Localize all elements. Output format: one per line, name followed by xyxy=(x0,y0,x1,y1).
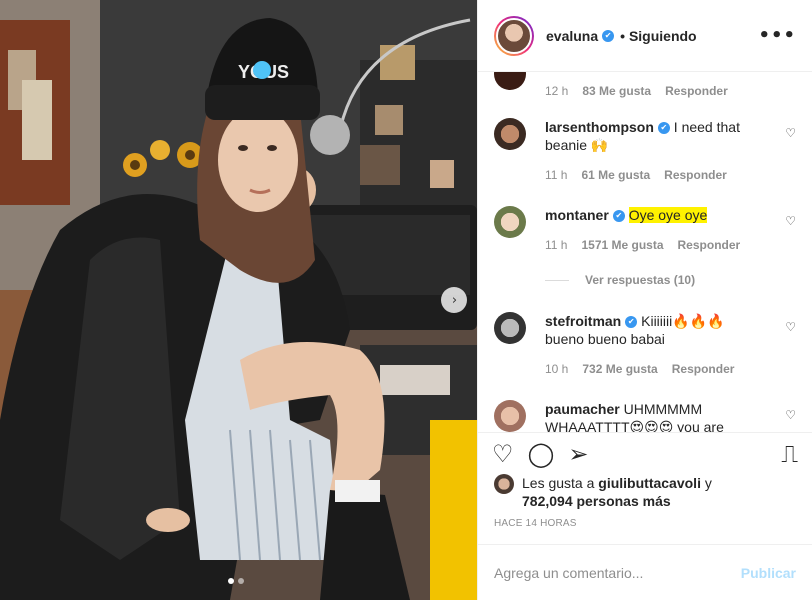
carousel-dot xyxy=(238,578,244,584)
comment-icon[interactable]: ◯ xyxy=(528,442,555,466)
comment-meta: 11 h 1571 Me gusta Responder xyxy=(545,236,762,254)
comment-body: larsenthompson ✔ I need that beanie 🙌 11 … xyxy=(545,118,762,184)
instagram-post: YOUS › evaluna ✔ • Siguiendo ••• xyxy=(0,0,812,600)
comment-item: paumacher UHMMMMM WHAAATTTT😍😍😍 you are ♡ xyxy=(494,400,796,432)
author-avatar[interactable] xyxy=(494,15,534,56)
comment-body: montaner ✔ Oye oye oye 11 h 1571 Me gusta… xyxy=(545,206,762,254)
comments-list[interactable]: 12 h 83 Me gusta Responder larsenthompso… xyxy=(478,72,812,432)
commenter-avatar[interactable] xyxy=(494,118,526,150)
verified-icon: ✔ xyxy=(625,316,638,329)
avatar-image xyxy=(496,17,532,54)
liker-username[interactable]: giulibuttacavoli xyxy=(598,475,701,491)
add-comment-bar: Publicar xyxy=(478,544,812,600)
carousel-indicator xyxy=(228,578,244,584)
likes-text: Les gusta a giulibuttacavoli y 782,094 p… xyxy=(522,474,712,510)
like-comment-icon[interactable]: ♡ xyxy=(785,408,796,422)
more-options-icon[interactable]: ••• xyxy=(758,25,796,46)
post-photo[interactable]: YOUS › xyxy=(0,0,477,600)
comment-time: 10 h xyxy=(545,362,569,376)
reply-button[interactable]: Responder xyxy=(672,360,735,378)
share-icon[interactable]: ➢ xyxy=(568,442,588,466)
comment-body: stefroitman ✔ Kiiiiiii🔥🔥🔥 bueno bueno bab… xyxy=(545,312,762,378)
heart-icon[interactable]: ♡ xyxy=(492,442,514,466)
bookmark-icon[interactable]: ⎍ xyxy=(781,442,798,466)
commenter-avatar[interactable] xyxy=(494,400,526,432)
comment-item: 12 h 83 Me gusta Responder xyxy=(494,72,796,98)
commenter-avatar[interactable] xyxy=(494,72,526,90)
author-username[interactable]: evaluna xyxy=(546,28,598,44)
verified-icon: ✔ xyxy=(602,29,615,42)
comment-item: stefroitman ✔ Kiiiiiii🔥🔥🔥 bueno bueno bab… xyxy=(494,312,796,382)
like-comment-icon[interactable]: ♡ xyxy=(785,126,796,140)
reply-button[interactable]: Responder xyxy=(664,166,727,184)
liker-avatar[interactable] xyxy=(494,474,514,494)
likes-joiner: y xyxy=(704,475,712,491)
view-replies-button[interactable]: Ver respuestas (10) xyxy=(545,273,695,287)
comment-likes[interactable]: 61 Me gusta xyxy=(581,166,650,184)
likes-prefix: Les gusta a xyxy=(522,475,595,491)
commenter-avatar[interactable] xyxy=(494,312,526,344)
like-comment-icon[interactable]: ♡ xyxy=(785,214,796,228)
reply-button[interactable]: Responder xyxy=(678,236,741,254)
commenter-username[interactable]: montaner xyxy=(545,207,609,223)
comment-time: 11 h xyxy=(545,168,568,182)
comment-item: larsenthompson ✔ I need that beanie 🙌 11 … xyxy=(494,118,796,188)
commenter-avatar[interactable] xyxy=(494,206,526,238)
next-photo-button[interactable]: › xyxy=(441,287,467,313)
commenter-username[interactable]: larsenthompson xyxy=(545,119,654,135)
publish-button[interactable]: Publicar xyxy=(741,565,796,581)
comment-likes[interactable]: 83 Me gusta xyxy=(582,82,651,100)
verified-icon: ✔ xyxy=(657,122,670,135)
comment-time: 11 h xyxy=(545,238,568,252)
follow-status[interactable]: • Siguiendo xyxy=(620,28,696,44)
comment-item: montaner ✔ Oye oye oye 11 h 1571 Me gusta… xyxy=(494,206,796,266)
commenter-username[interactable]: stefroitman xyxy=(545,313,621,329)
comment-likes[interactable]: 732 Me gusta xyxy=(582,360,657,378)
comment-text: Oye oye oye xyxy=(628,207,708,223)
comment-meta: 12 h 83 Me gusta Responder xyxy=(545,82,762,100)
photo-illustration: YOUS xyxy=(0,0,477,600)
comment-meta: 10 h 732 Me gusta Responder xyxy=(545,360,762,378)
reply-button[interactable]: Responder xyxy=(665,82,728,100)
comment-body: paumacher UHMMMMM WHAAATTTT😍😍😍 you are xyxy=(545,400,762,432)
comment-meta: 11 h 61 Me gusta Responder xyxy=(545,166,762,184)
commenter-username[interactable]: paumacher xyxy=(545,401,620,417)
comment-likes[interactable]: 1571 Me gusta xyxy=(581,236,663,254)
comment-input[interactable] xyxy=(494,564,741,581)
follow-label: Siguiendo xyxy=(628,27,697,44)
carousel-dot-active xyxy=(228,578,234,584)
view-replies-label: Ver respuestas (10) xyxy=(585,273,696,287)
likes-summary: Les gusta a giulibuttacavoli y 782,094 p… xyxy=(478,474,812,510)
separator-dot: • xyxy=(620,27,626,44)
post-header: evaluna ✔ • Siguiendo ••• xyxy=(478,0,812,72)
comment-time: 12 h xyxy=(545,84,569,98)
action-bar: ♡ ◯ ➢ ⎍ xyxy=(478,432,812,474)
post-timestamp[interactable]: HACE 14 HORAS xyxy=(478,510,812,536)
like-comment-icon[interactable]: ♡ xyxy=(785,320,796,334)
comment-body: 12 h 83 Me gusta Responder xyxy=(545,72,762,100)
likes-count[interactable]: 782,094 personas más xyxy=(522,493,671,509)
view-replies-row: Ver respuestas (10) xyxy=(494,273,796,291)
replies-divider xyxy=(545,279,569,281)
verified-icon: ✔ xyxy=(612,210,625,223)
post-sidebar: evaluna ✔ • Siguiendo ••• 12 h 83 Me gus… xyxy=(477,0,812,600)
chevron-right-icon: › xyxy=(451,292,458,308)
